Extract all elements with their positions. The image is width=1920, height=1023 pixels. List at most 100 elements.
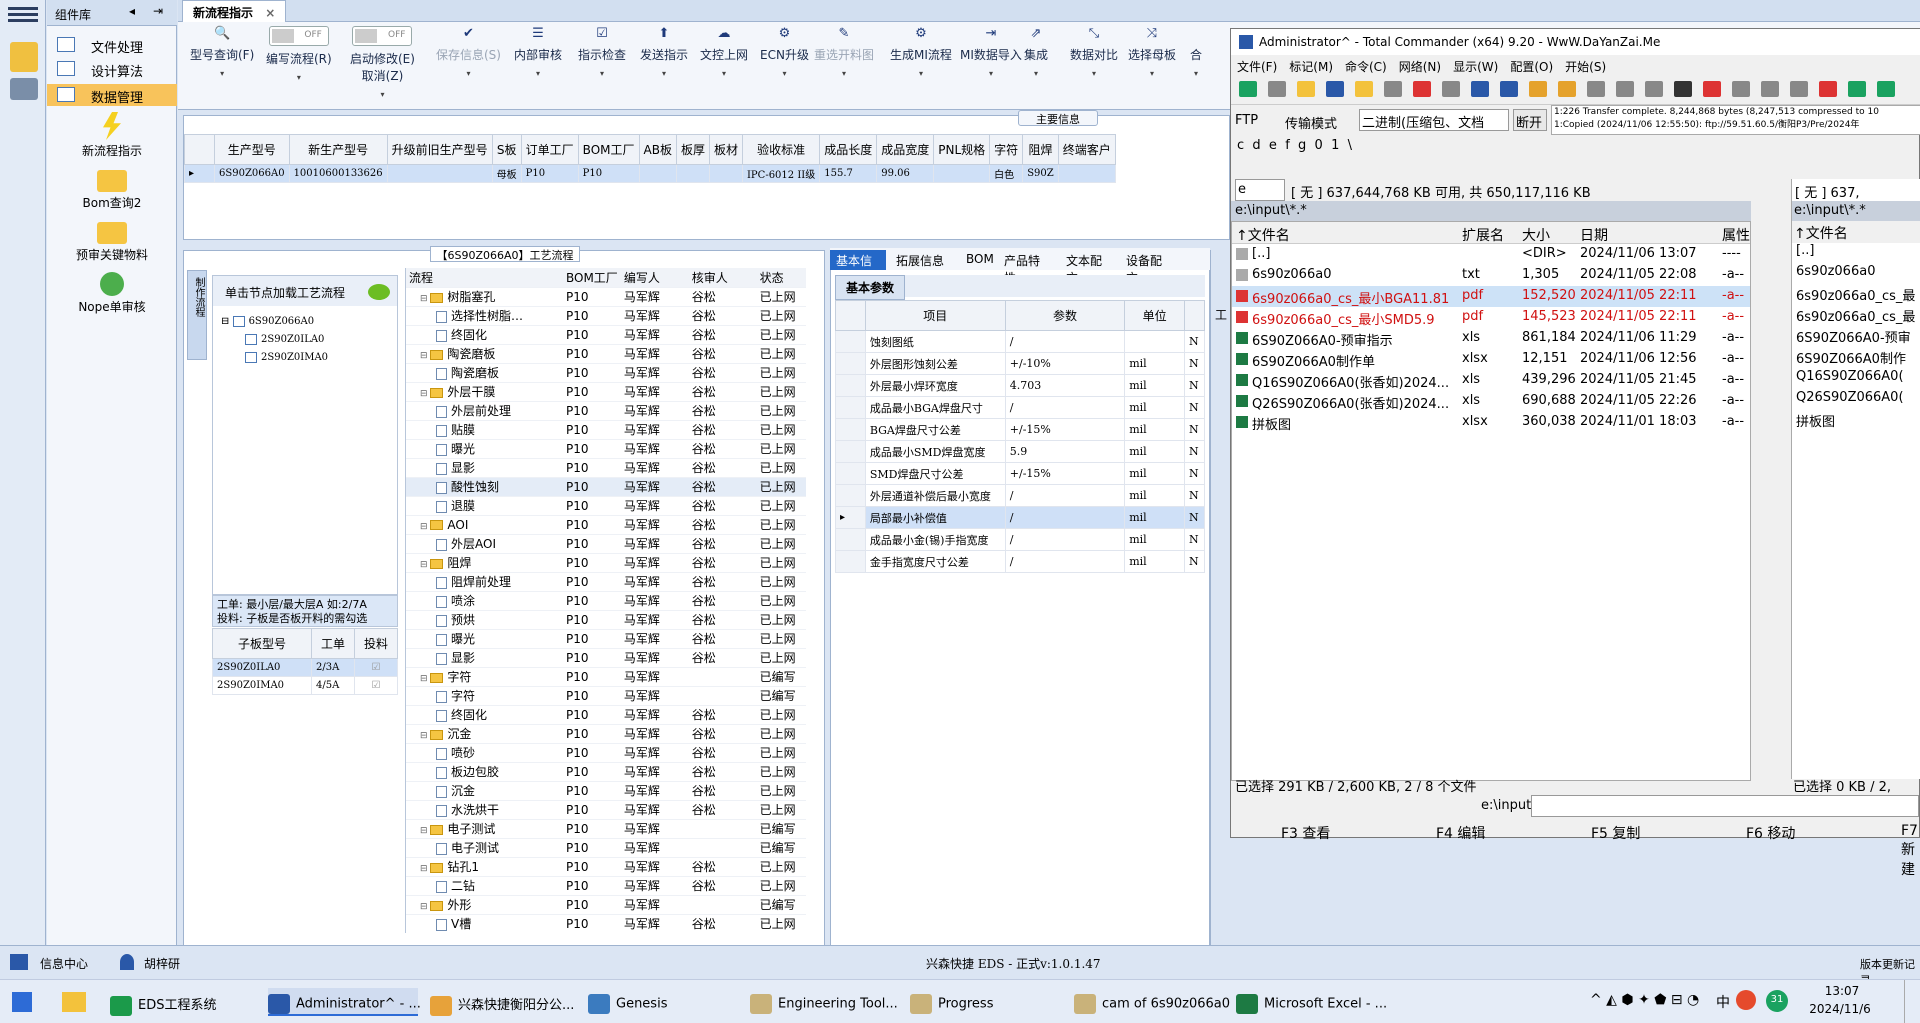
column-header[interactable]: 阻焊 [1022,134,1059,165]
process-node[interactable]: 板边包胶 [406,762,563,782]
table-row[interactable]: ⊟ 阻焊 P10 马军辉 谷松 已上网 [406,553,806,573]
tc-menu-item[interactable]: 网络(N) [1399,55,1441,75]
table-row[interactable]: 喷砂 P10 马军辉 谷松 已上网 [406,743,806,763]
taskbar-app[interactable]: Genesis [588,988,738,1016]
column-header[interactable]: S板 [491,134,522,165]
process-node[interactable]: 陶瓷磨板 [406,363,563,383]
table-row[interactable]: 选择性树脂… P10 马军辉 谷松 已上网 [406,306,806,326]
process-node[interactable]: ⊟ 树脂塞孔 [406,287,563,307]
table-row[interactable]: 电子测试 P10 马军辉 已编写 [406,838,806,858]
table-row[interactable]: V槽 P10 马军辉 谷松 已上网 [406,914,806,933]
clock-time[interactable]: 13:07 [1812,984,1872,998]
table-row[interactable]: 成品最小SMD焊盘宽度 5.9 mil N [835,440,1206,463]
drive-buttons[interactable]: c d e f g 0 1 \ [1237,138,1352,153]
function-key-button[interactable]: F7 新建 [1901,823,1920,879]
table-row[interactable]: 阻焊前处理 P10 马军辉 谷松 已上网 [406,572,806,592]
column-header[interactable]: 字符 [989,134,1024,165]
expand-icon[interactable]: ⊟ [420,731,430,741]
file-row[interactable]: Q26S90Z066A0(张香如)2024... xls 690,688 2024/1… [1232,391,1750,412]
transfer-mode-select[interactable]: 二进制(压缩包、文档 [1359,109,1509,131]
table-row[interactable]: 蚀刻图纸 / N [835,330,1206,353]
process-node[interactable]: 终固化 [406,325,563,345]
vertical-tab-production-flow[interactable]: 制作流程 [187,270,207,360]
tab-new-process[interactable]: 新流程指示 × [182,0,287,22]
notification-badge[interactable]: 31 [1766,990,1788,1012]
file-row[interactable]: 6S90Z066A0制作单 xlsx 12,151 2024/11/06 12:56 -… [1232,349,1750,370]
process-node[interactable]: 字符 [406,686,563,706]
taskbar-app[interactable]: Progress [910,988,1060,1016]
drive-select[interactable]: e [1235,179,1285,201]
process-node[interactable]: 选择性树脂… [406,306,563,326]
function-key-button[interactable]: F5 复制 [1591,823,1640,843]
table-row[interactable]: 陶瓷磨板 P10 马军辉 谷松 已上网 [406,363,806,383]
file-column-header[interactable]: 日期 [1580,225,1608,245]
process-node[interactable]: 酸性蚀刻 [406,477,563,497]
file-row[interactable]: 6S90Z066A0制作 [1792,348,1920,369]
tool-new-process[interactable]: 新流程指示 [47,112,177,159]
column-header[interactable]: 验收标准 [741,134,821,165]
toolbar-button[interactable]: ⇗ 集成 ▾ [1024,26,1048,78]
table-row[interactable]: 外层通道补偿后最小宽度 / mil N [835,484,1206,507]
table-row[interactable]: 终固化 P10 马军辉 谷松 已上网 [406,325,806,345]
cell[interactable]: +/-15% [1004,462,1126,485]
process-node[interactable]: 终固化 [406,705,563,725]
taskbar-app[interactable]: Administrator^ - ... [268,988,421,1016]
table-row[interactable]: 外层最小焊环宽度 4.703 mil N [835,374,1206,397]
toolbar-button[interactable]: ⚙ ECN升级 ▾ [760,26,809,78]
clock-date[interactable]: 2024/11/6 [1800,1002,1880,1016]
cell[interactable]: / [1004,528,1126,551]
column-header[interactable]: BOM工厂 [577,134,640,165]
column-header[interactable]: 子板型号 [212,628,312,659]
process-node[interactable]: 显影 [406,458,563,478]
nav-file-processing[interactable]: 文件处理 [47,34,177,56]
tc-tool-icon[interactable] [1442,81,1460,97]
table-row[interactable]: 金手指宽度尺寸公差 / mil N [835,550,1206,573]
process-node[interactable]: 二钻 [406,876,563,896]
toolbar-button[interactable]: 🔍 型号查询(F) ▾ [190,26,254,78]
tc-tool-icon[interactable] [1790,81,1808,97]
file-row[interactable]: 6S90Z066A0-预审指示 xls 861,184 2024/11/06 11:2… [1232,328,1750,349]
process-node[interactable]: ⊟ 阻焊 [406,553,563,573]
tc-tool-icon[interactable] [1239,81,1257,97]
process-node[interactable]: 沉金 [406,781,563,801]
disconnect-button[interactable]: 断开 [1513,109,1547,131]
expand-icon[interactable]: ⊟ [420,389,430,399]
function-key-button[interactable]: F4 编辑 [1436,823,1485,843]
chat-bubble-icon[interactable] [368,284,390,300]
cmd-input[interactable] [1531,795,1919,817]
process-node[interactable]: 退膜 [406,496,563,516]
table-row[interactable]: 喷涂 P10 马军辉 谷松 已上网 [406,591,806,611]
table-row[interactable]: ⊟ 钻孔1 P10 马军辉 谷松 已上网 [406,857,806,877]
process-node[interactable]: 阻焊前处理 [406,572,563,592]
table-row[interactable]: 显影 P10 马军辉 谷松 已上网 [406,458,806,478]
info-center-label[interactable]: 信息中心 [40,955,88,972]
feed-checkbox[interactable]: ☑ [353,658,399,677]
file-row[interactable]: Q16S90Z066A0( [1792,369,1920,390]
file-row[interactable]: [..] [1792,243,1920,264]
tc-tool-icon[interactable] [1848,81,1866,97]
process-node[interactable]: 预烘 [406,610,563,630]
file-row[interactable]: 6s90z066a0_cs_最 [1792,306,1920,327]
file-column-header[interactable]: ↑文件名 [1236,225,1290,245]
file-row[interactable]: 6s90z066a0_cs_最小SMD5.9 pdf 145,523 2024/11/… [1232,307,1750,328]
tree-node-root[interactable]: ⊟ 6S90Z066A0 [221,316,328,334]
tc-tool-icon[interactable] [1529,81,1547,97]
expand-icon[interactable]: ⊟ [420,560,430,570]
hamburger-menu-icon[interactable] [8,4,38,28]
cell[interactable]: / [1004,484,1126,507]
info-center-icon[interactable] [10,954,28,970]
process-node[interactable]: 喷涂 [406,591,563,611]
file-row[interactable]: 6S90Z066A0-预审 [1792,327,1920,348]
process-node[interactable]: 贴膜 [406,420,563,440]
yx-logo-icon[interactable] [10,42,38,72]
process-node[interactable]: 水洗烘干 [406,800,563,820]
process-node[interactable]: ⊟ 陶瓷磨板 [406,344,563,364]
expand-icon[interactable]: ⊟ [420,351,430,361]
column-header[interactable]: 终端客户 [1057,134,1116,165]
process-node[interactable]: 曝光 [406,439,563,459]
column-header[interactable]: 核审人 [688,268,757,288]
tc-tool-icon[interactable] [1761,81,1779,97]
process-node[interactable]: ⊟ 外形 [406,895,563,915]
show-desktop-button[interactable] [1904,980,1910,1023]
process-node[interactable]: 电子测试 [406,838,563,858]
